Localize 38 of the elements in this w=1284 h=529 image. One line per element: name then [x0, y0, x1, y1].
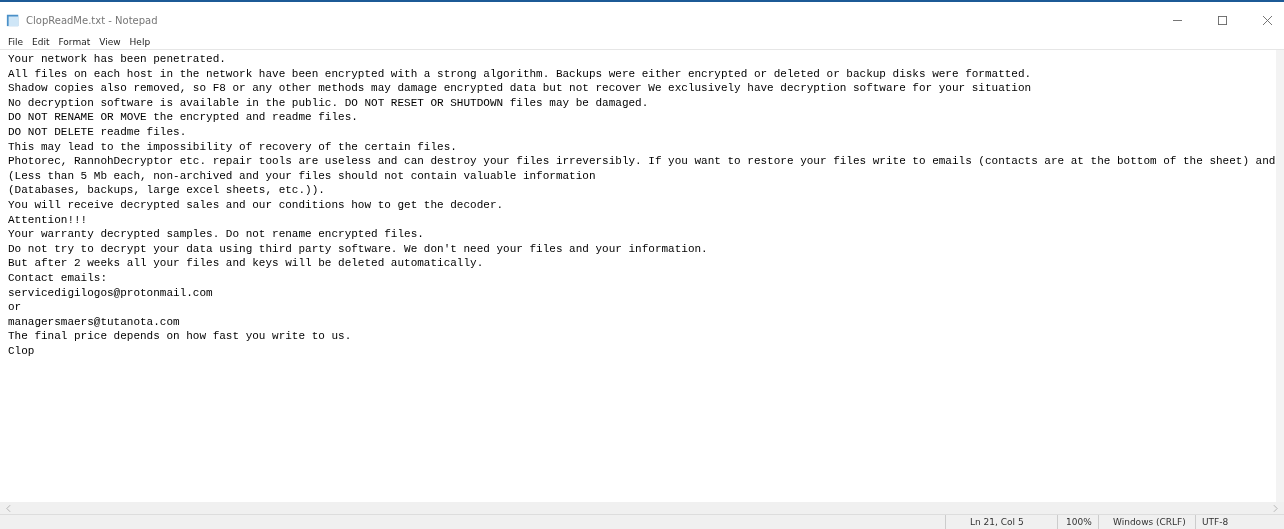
text-line: DO NOT RENAME OR MOVE the encrypted and readme files. [8, 110, 359, 125]
close-icon[interactable] [1263, 15, 1272, 25]
menu-item[interactable]: View [99, 36, 121, 47]
vertical-scrollbar[interactable] [1276, 50, 1284, 502]
menu-item[interactable]: Format [58, 36, 91, 47]
menu-item[interactable]: Help [129, 36, 151, 47]
text-line: Shadow copies also removed, so F8 or any other methods may damage encrypted data but not recover We exclusively have decryption software for your situation [8, 81, 1033, 96]
status-item: Windows (CRLF) [1098, 515, 1195, 529]
text-line: Attention!!! [8, 212, 89, 228]
horizontal-scrollbar[interactable] [0, 502, 1284, 514]
status-item: UTF-8 [1195, 515, 1229, 529]
text-line: Your warranty decrypted samples. Do not rename encrypted files. [8, 227, 425, 242]
text-line: Contact emails: [8, 270, 109, 286]
status-item: 100% [1057, 515, 1098, 529]
scroll-left-icon[interactable] [6, 504, 11, 512]
menu-item[interactable]: File [8, 36, 24, 47]
text-line: Photorec, RannohDecryptor etc. repair tools are useless and can destroy your files irreversibly. If you want to restore your files write to emails (contacts are at the bottom of the sheet) and [8, 154, 1276, 169]
text-line: But after 2 weeks all your files and keys will be deleted automatically. [8, 256, 485, 271]
text-line: or [8, 300, 23, 315]
text-line: No decryption software is available in the public. DO NOT RESET OR SHUTDOWN files may be damaged. [8, 95, 650, 111]
text-line: Do not try to decrypt your data using third party software. We don't need your files and your information. [8, 241, 709, 257]
text-line: DO NOT DELETE readme files. [8, 124, 188, 140]
menu-item[interactable]: Edit [32, 36, 50, 47]
text-line: servicedigilogos@protonmail.com [8, 285, 214, 301]
status-item: Ln 21, Col 5 [945, 515, 1057, 529]
text-line: All files on each host in the network have been encrypted with a strong algorithm. Backups were either encrypted or deleted or backup disks were formatted. [8, 66, 1033, 82]
text-line: You will receive decrypted sales and our conditions how to get the decoder. [8, 197, 505, 213]
text-line: The final price depends on how fast you write to us. [8, 329, 353, 344]
text-line: Your network has been penetrated. [8, 52, 227, 67]
text-line: This may lead to the impossibility of recovery of the certain files. [8, 139, 458, 155]
text-line: (Databases, backups, large excel sheets, etc.)). [8, 183, 326, 198]
scroll-right-icon[interactable] [1273, 504, 1278, 512]
text-line: (Less than 5 Mb each, non-archived and your files should not contain valuable information [8, 168, 597, 184]
text-line: Clop [8, 343, 36, 359]
window-title: ClopReadMe.txt - Notepad [26, 14, 158, 26]
maximize-icon[interactable] [1218, 15, 1227, 25]
notepad-icon [6, 13, 20, 27]
text-line: managersmaers@tutanota.com [8, 314, 181, 330]
